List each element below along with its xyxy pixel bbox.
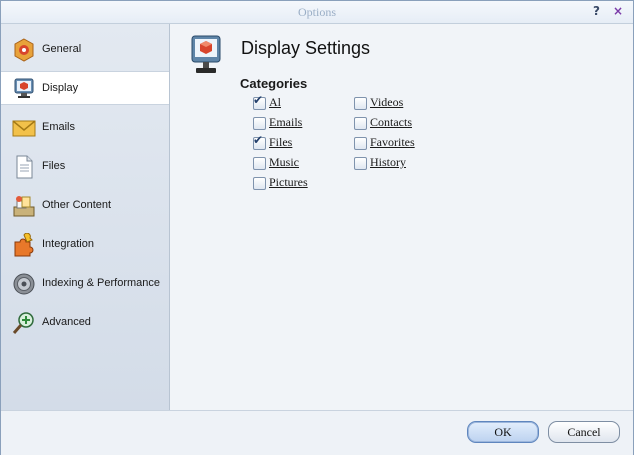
sidebar-item-indexing-performance[interactable]: Indexing & Performance <box>1 267 169 301</box>
main-content: Display Settings Categories ✔ Al Emails … <box>170 24 633 410</box>
checkbox[interactable] <box>253 117 266 130</box>
sidebar-item-emails[interactable]: Emails <box>1 111 169 145</box>
general-icon <box>14 38 34 62</box>
ok-button[interactable]: OK <box>467 421 539 443</box>
checkbox[interactable] <box>354 97 367 110</box>
sidebar-item-display[interactable]: Display <box>1 71 169 105</box>
sidebar-item-label: Integration <box>42 238 94 250</box>
files-icon <box>16 155 33 179</box>
checkbox-label: History <box>370 155 406 169</box>
check-mark-icon: ✔ <box>253 133 264 147</box>
sidebar-item-label: General <box>42 43 82 55</box>
checkbox-label: Videos <box>370 95 404 109</box>
help-button[interactable]: ? <box>593 4 600 18</box>
display-icon <box>14 78 34 98</box>
dialog-footer: OK Cancel <box>1 410 633 455</box>
sidebar-item-label: Other Content <box>42 199 112 211</box>
sidebar: General Display Emails Files Other Conte… <box>1 24 170 410</box>
checkbox[interactable] <box>354 137 367 150</box>
sidebar-item-other-content[interactable]: Other Content <box>1 189 169 223</box>
checkbox[interactable] <box>354 157 367 170</box>
close-button[interactable]: × <box>613 4 623 18</box>
display-settings-icon <box>191 35 221 73</box>
checkbox[interactable] <box>253 157 266 170</box>
integration-icon <box>14 233 34 257</box>
checkbox-label: Pictures <box>269 175 308 189</box>
checkbox-label: Al <box>269 95 281 109</box>
checkbox[interactable] <box>253 177 266 190</box>
title-bar[interactable]: Options ? × <box>1 1 633 24</box>
sidebar-item-general[interactable]: General <box>1 33 169 67</box>
checkbox[interactable] <box>354 117 367 130</box>
advanced-icon <box>12 312 34 334</box>
check-mark-icon: ✔ <box>253 93 264 107</box>
checkbox-label: Contacts <box>370 115 412 129</box>
sidebar-item-label: Emails <box>42 121 76 133</box>
cancel-button[interactable]: Cancel <box>548 421 620 443</box>
sidebar-item-advanced[interactable]: Advanced <box>1 306 169 340</box>
sidebar-item-label: Files <box>42 160 66 172</box>
options-window: Options ? × General Display Emails Files… <box>0 0 634 455</box>
checkbox-label: Music <box>269 155 299 169</box>
sidebar-item-label: Display <box>42 82 79 94</box>
sidebar-item-label: Advanced <box>42 316 91 328</box>
other-content-icon <box>13 196 35 217</box>
indexing-icon <box>13 273 35 295</box>
page-title: Display Settings <box>241 38 371 58</box>
categories-heading: Categories <box>240 76 308 91</box>
checkbox-label: Files <box>269 135 293 149</box>
sidebar-item-label: Indexing & Performance <box>42 277 161 289</box>
sidebar-item-integration[interactable]: Integration <box>1 228 169 262</box>
email-icon <box>12 120 36 137</box>
checkbox-label: Favorites <box>370 135 415 149</box>
checkbox-label: Emails <box>269 115 303 129</box>
sidebar-item-files[interactable]: Files <box>1 150 169 184</box>
window-title: Options <box>297 5 336 19</box>
